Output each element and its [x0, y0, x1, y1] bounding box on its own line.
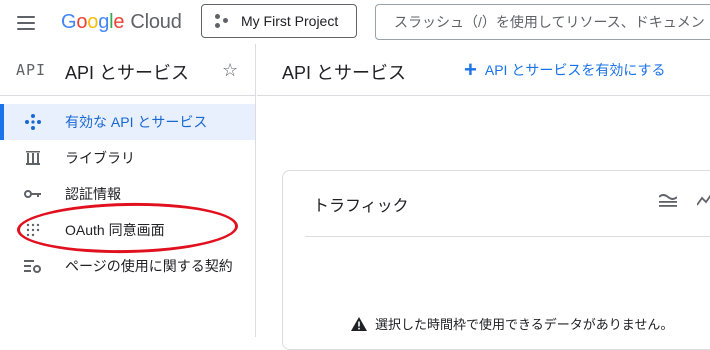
- sidebar: API API とサービス ☆ 有効な API とサービス ライブラリ 認証情報…: [0, 44, 256, 337]
- enable-apis-button[interactable]: + API とサービスを有効にする: [464, 57, 666, 82]
- page-title: API とサービス: [282, 63, 407, 83]
- top-bar: G o o g l e Cloud My First Project スラッシュ…: [0, 0, 710, 44]
- sidebar-item-library[interactable]: ライブラリ: [0, 140, 255, 176]
- enable-apis-label: API とサービスを有効にする: [484, 62, 666, 78]
- search-placeholder: スラッシュ（/）を使用してリソース、ドキュメン: [394, 14, 705, 30]
- card-title: トラフィック: [313, 198, 409, 215]
- logo-letter-o1: o: [76, 10, 88, 33]
- logo-letter-o2: o: [87, 10, 99, 33]
- no-data-text: 選択した時間枠で使用できるデータがありません。: [375, 317, 674, 332]
- project-picker-button[interactable]: My First Project: [201, 4, 357, 38]
- main-header: API とサービス + API とサービスを有効にする: [257, 44, 710, 96]
- diamond-dots-icon: [24, 113, 42, 131]
- plus-icon: +: [464, 57, 477, 82]
- card-divider: [305, 236, 710, 237]
- star-icon[interactable]: ☆: [222, 60, 238, 81]
- logo-letter-g2: g: [98, 10, 110, 33]
- library-icon: [24, 149, 42, 167]
- legend-toggle-icon[interactable]: [658, 193, 678, 212]
- logo-letter-g: G: [61, 10, 77, 33]
- key-icon: [24, 185, 42, 203]
- sidebar-item-label: 有効な API とサービス: [65, 114, 208, 130]
- sidebar-item-label: 認証情報: [65, 186, 121, 202]
- no-data-message: 選択した時間枠で使用できるデータがありません。: [351, 314, 673, 333]
- sidebar-header: API API とサービス ☆: [0, 44, 255, 96]
- logo-product-name: Cloud: [130, 10, 182, 33]
- logo-letter-e: e: [113, 10, 125, 33]
- main-menu-icon[interactable]: [14, 11, 38, 35]
- settings-list-icon: [24, 257, 42, 275]
- sidebar-title: API とサービス: [65, 63, 190, 83]
- search-input[interactable]: スラッシュ（/）を使用してリソース、ドキュメン: [375, 4, 710, 40]
- sidebar-item-enabled-apis[interactable]: 有効な API とサービス: [0, 104, 255, 140]
- sidebar-item-label: ライブラリ: [65, 150, 135, 166]
- google-cloud-logo[interactable]: G o o g l e Cloud: [61, 10, 182, 34]
- sidebar-item-page-usage-agreements[interactable]: ページの使用に関する契約: [0, 248, 255, 284]
- sidebar-item-label: ページの使用に関する契約: [65, 258, 233, 274]
- api-logo-icon: API: [16, 61, 47, 79]
- chart-line-icon[interactable]: [696, 193, 710, 212]
- warning-icon: [351, 316, 367, 331]
- project-name: My First Project: [241, 13, 339, 29]
- traffic-card: トラフィック 選択した時間枠で使用できるデータがありません。: [282, 170, 710, 350]
- project-dots-icon: [214, 13, 230, 29]
